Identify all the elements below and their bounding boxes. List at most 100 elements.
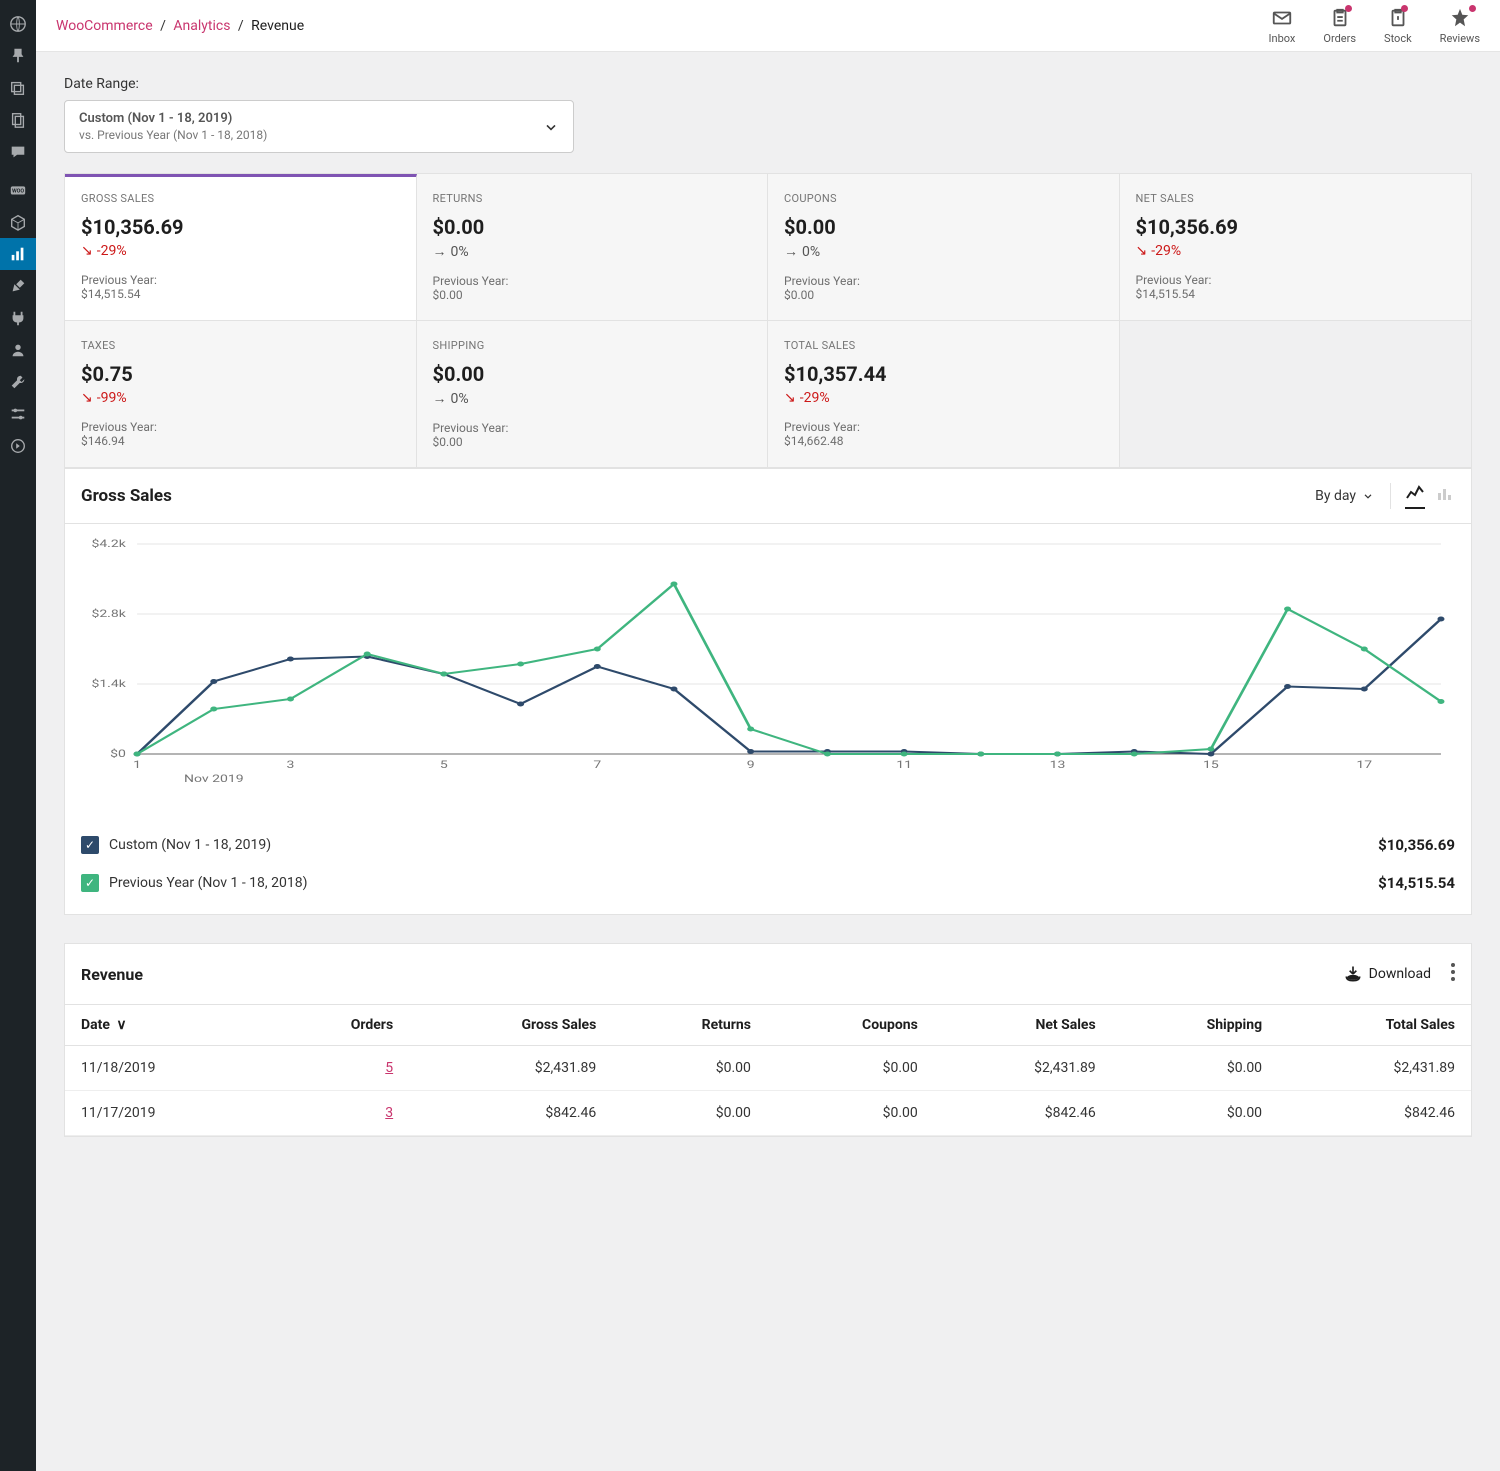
table-column-header[interactable]: Total Sales (1278, 1005, 1471, 1046)
table-column-header[interactable]: Orders (268, 1005, 410, 1046)
stat-prev-value: $14,662.48 (784, 434, 1103, 448)
sidebar-item-collapse[interactable] (0, 430, 36, 462)
stat-delta: ↘ -29% (784, 390, 1103, 406)
sidebar-item-users[interactable] (0, 334, 36, 366)
cell-date: 11/18/2019 (65, 1046, 268, 1091)
stat-card[interactable]: SHIPPING $0.00 → 0% Previous Year: $0.00 (417, 321, 769, 468)
table-column-header[interactable]: Date ∨ (65, 1005, 268, 1046)
stat-prev-value: $14,515.54 (81, 287, 400, 301)
sidebar-item-appearance[interactable] (0, 270, 36, 302)
chevron-down-icon (1362, 490, 1374, 502)
sidebar-item-dashboard[interactable] (0, 8, 36, 40)
table-row: 11/18/2019 5 $2,431.89 $0.00 $0.00 $2,43… (65, 1046, 1471, 1091)
stat-prev-value: $0.00 (784, 288, 1103, 302)
bar-chart-button[interactable] (1435, 483, 1455, 509)
sidebar-item-settings[interactable] (0, 398, 36, 430)
stat-prev-label: Previous Year: (433, 274, 752, 288)
breadcrumb-section[interactable]: Analytics (173, 18, 230, 34)
orders-link[interactable]: 5 (385, 1060, 393, 1076)
table-column-header[interactable]: Shipping (1112, 1005, 1278, 1046)
breadcrumb-root[interactable]: WooCommerce (56, 18, 153, 34)
svg-text:1: 1 (133, 759, 141, 770)
line-chart-icon (1405, 483, 1425, 503)
top-action-stock[interactable]: Stock (1384, 7, 1412, 45)
stat-delta: ↘ -99% (81, 390, 400, 406)
table-menu-button[interactable] (1451, 962, 1455, 986)
stat-card[interactable]: TAXES $0.75 ↘ -99% Previous Year: $146.9… (65, 321, 417, 468)
interval-dropdown[interactable]: By day (1315, 488, 1374, 504)
sidebar-item-woo[interactable]: WOO (0, 174, 36, 206)
legend-total: $14,515.54 (1378, 874, 1455, 892)
table-column-header[interactable]: Returns (612, 1005, 767, 1046)
stat-value: $0.00 (433, 215, 752, 239)
stat-label: TOTAL SALES (784, 339, 1103, 352)
notification-dot-icon (1345, 5, 1352, 12)
svg-text:$0: $0 (110, 748, 126, 759)
table-title: Revenue (81, 965, 143, 984)
svg-text:$2.8k: $2.8k (91, 608, 126, 619)
cell-orders: 3 (268, 1091, 410, 1136)
notification-dot-icon (1401, 5, 1408, 12)
ellipsis-vertical-icon (1451, 963, 1455, 981)
legend-row[interactable]: ✓ Custom (Nov 1 - 18, 2019) $10,356.69 (81, 826, 1455, 864)
stat-label: TAXES (81, 339, 400, 352)
legend-label: Custom (Nov 1 - 18, 2019) (109, 837, 271, 853)
stats-grid: GROSS SALES $10,356.69 ↘ -29% Previous Y… (64, 173, 1472, 469)
svg-text:7: 7 (593, 759, 601, 770)
stat-card[interactable]: GROSS SALES $10,356.69 ↘ -29% Previous Y… (65, 174, 417, 321)
svg-text:3: 3 (287, 759, 295, 770)
stat-card[interactable]: COUPONS $0.00 → 0% Previous Year: $0.00 (768, 174, 1120, 321)
table-column-header[interactable]: Coupons (767, 1005, 934, 1046)
sidebar-item-pages[interactable] (0, 104, 36, 136)
stat-prev-label: Previous Year: (433, 421, 752, 435)
line-chart-button[interactable] (1405, 483, 1425, 509)
cell-shipping: $0.00 (1112, 1046, 1278, 1091)
trend-arrow-icon: → (784, 243, 798, 260)
chevron-down-icon (543, 119, 559, 135)
sidebar-item-plugins[interactable] (0, 302, 36, 334)
date-range-label: Date Range: (64, 76, 1472, 92)
stat-label: GROSS SALES (81, 192, 400, 205)
stat-delta: ↘ -29% (1136, 243, 1456, 259)
sidebar-item-products[interactable] (0, 206, 36, 238)
trend-arrow-icon: → (433, 243, 447, 260)
stat-card[interactable]: TOTAL SALES $10,357.44 ↘ -29% Previous Y… (768, 321, 1120, 468)
revenue-table: Date ∨OrdersGross SalesReturnsCouponsNet… (65, 1004, 1471, 1136)
cell-gross: $2,431.89 (409, 1046, 612, 1091)
stat-prev-value: $0.00 (433, 435, 752, 449)
stat-label: NET SALES (1136, 192, 1456, 205)
cell-gross: $842.46 (409, 1091, 612, 1136)
stat-prev-value: $0.00 (433, 288, 752, 302)
date-range-dropdown[interactable]: Custom (Nov 1 - 18, 2019) vs. Previous Y… (64, 100, 574, 153)
top-action-orders[interactable]: Orders (1323, 7, 1356, 45)
download-icon (1343, 964, 1363, 984)
chart-canvas: $0$1.4k$2.8k$4.2k1357911131517Nov 2019 (81, 534, 1455, 794)
stat-card[interactable]: NET SALES $10,356.69 ↘ -29% Previous Yea… (1120, 174, 1472, 321)
sidebar-item-tools[interactable] (0, 366, 36, 398)
sidebar-item-comments[interactable] (0, 136, 36, 168)
download-button[interactable]: Download (1343, 964, 1431, 984)
stat-label: COUPONS (784, 192, 1103, 205)
stat-card[interactable]: RETURNS $0.00 → 0% Previous Year: $0.00 (417, 174, 769, 321)
top-action-inbox[interactable]: Inbox (1269, 7, 1296, 45)
stat-prev-label: Previous Year: (1136, 273, 1456, 287)
orders-link[interactable]: 3 (385, 1105, 393, 1121)
svg-text:Nov 2019: Nov 2019 (184, 773, 244, 784)
legend-row[interactable]: ✓ Previous Year (Nov 1 - 18, 2018) $14,5… (81, 864, 1455, 902)
table-column-header[interactable]: Net Sales (934, 1005, 1112, 1046)
chart-section: Gross Sales By day $0$1.4k$2.8k$4.2k135 (64, 469, 1472, 915)
sidebar-item-pin[interactable] (0, 40, 36, 72)
stat-prev-label: Previous Year: (81, 420, 400, 434)
top-action-reviews[interactable]: Reviews (1440, 7, 1480, 45)
svg-text:5: 5 (440, 759, 448, 770)
trend-arrow-icon: ↘ (1136, 243, 1148, 259)
sidebar-item-media[interactable] (0, 72, 36, 104)
table-row: 11/17/2019 3 $842.46 $0.00 $0.00 $842.46… (65, 1091, 1471, 1136)
table-column-header[interactable]: Gross Sales (409, 1005, 612, 1046)
chart-legend: ✓ Custom (Nov 1 - 18, 2019) $10,356.69 ✓… (65, 814, 1471, 914)
stat-delta: → 0% (433, 390, 752, 407)
trend-arrow-icon: ↘ (81, 390, 93, 406)
sidebar-item-analytics[interactable] (0, 238, 36, 270)
date-range-primary: Custom (Nov 1 - 18, 2019) (79, 111, 267, 126)
svg-text:13: 13 (1050, 759, 1066, 770)
